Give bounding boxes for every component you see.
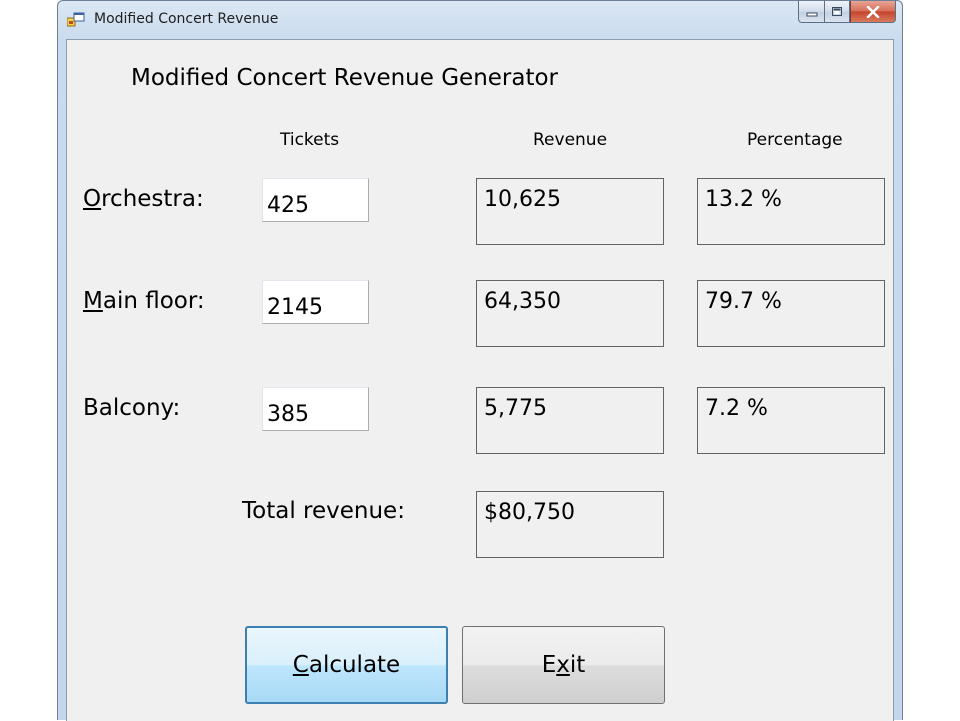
main-floor-label: Main floor: — [83, 288, 205, 314]
balcony-label-text: Balcony: — [83, 395, 181, 421]
app-window-icon — [67, 12, 85, 27]
calculate-button[interactable]: Calculate — [245, 626, 448, 704]
main-floor-revenue-output: 64,350 — [476, 280, 664, 347]
exit-button-mnemonic: x — [556, 652, 570, 678]
minimize-icon — [806, 12, 817, 16]
balcony-revenue-output: 5,775 — [476, 387, 664, 454]
close-icon — [866, 5, 880, 18]
close-button[interactable] — [850, 1, 896, 23]
exit-button-text-start: E — [541, 652, 557, 678]
column-header-revenue: Revenue — [533, 130, 608, 150]
column-header-tickets: Tickets — [280, 130, 340, 150]
total-revenue-label: Total revenue: — [242, 498, 405, 524]
column-header-percentage: Percentage — [747, 130, 843, 150]
maximize-icon — [832, 7, 842, 16]
exit-button[interactable]: Ex it — [462, 626, 665, 704]
calculate-button-mnemonic: C — [292, 652, 309, 678]
main-floor-tickets-input[interactable] — [262, 280, 369, 324]
orchestra-label-text: rchestra: — [101, 186, 204, 212]
balcony-percentage-output: 7.2 % — [697, 387, 885, 454]
main-floor-label-mnemonic: M — [83, 288, 103, 314]
total-revenue-output: $80,750 — [476, 491, 664, 558]
orchestra-percentage-output: 13.2 % — [697, 178, 885, 245]
orchestra-label-mnemonic: O — [83, 186, 102, 212]
title-bar[interactable]: Modified Concert Revenue — [58, 1, 902, 39]
balcony-tickets-input[interactable] — [262, 387, 369, 431]
minimize-button[interactable] — [798, 1, 824, 23]
main-floor-label-text: ain floor: — [102, 288, 205, 314]
exit-button-text-end: it — [569, 652, 586, 678]
orchestra-revenue-output: 10,625 — [476, 178, 664, 245]
window-title: Modified Concert Revenue — [94, 11, 279, 27]
calculate-button-text: alculate — [308, 652, 401, 678]
orchestra-label: Orchestra: — [83, 186, 204, 212]
form-client-area: Modified Concert Revenue Generator Ticke… — [66, 39, 894, 721]
app-window: Modified Concert Revenue Modified Concer… — [57, 0, 903, 721]
maximize-button[interactable] — [824, 1, 850, 23]
form-heading: Modified Concert Revenue Generator — [131, 65, 559, 91]
caption-buttons — [798, 1, 896, 25]
main-floor-percentage-output: 79.7 % — [697, 280, 885, 347]
balcony-label: Balcony: — [83, 395, 180, 421]
orchestra-tickets-input[interactable] — [262, 178, 369, 222]
